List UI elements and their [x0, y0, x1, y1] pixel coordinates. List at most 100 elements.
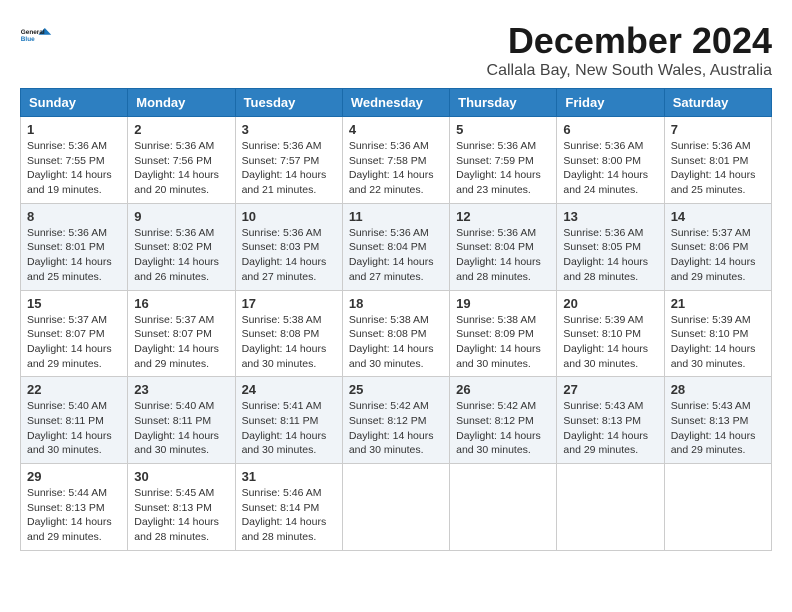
calendar-cell: 10 Sunrise: 5:36 AMSunset: 8:03 PMDayligh…: [235, 203, 342, 290]
day-info: Sunrise: 5:36 AMSunset: 8:05 PMDaylight:…: [563, 226, 657, 285]
day-info: Sunrise: 5:39 AMSunset: 8:10 PMDaylight:…: [671, 313, 765, 372]
day-number: 29: [27, 469, 121, 484]
day-number: 25: [349, 382, 443, 397]
calendar-cell: 24 Sunrise: 5:41 AMSunset: 8:11 PMDayligh…: [235, 377, 342, 464]
day-number: 24: [242, 382, 336, 397]
day-number: 8: [27, 209, 121, 224]
day-number: 20: [563, 296, 657, 311]
day-info: Sunrise: 5:42 AMSunset: 8:12 PMDaylight:…: [349, 399, 443, 458]
day-info: Sunrise: 5:36 AMSunset: 8:03 PMDaylight:…: [242, 226, 336, 285]
day-info: Sunrise: 5:39 AMSunset: 8:10 PMDaylight:…: [563, 313, 657, 372]
calendar-row: 29 Sunrise: 5:44 AMSunset: 8:13 PMDayligh…: [21, 464, 772, 551]
col-thursday: Thursday: [450, 89, 557, 117]
day-info: Sunrise: 5:40 AMSunset: 8:11 PMDaylight:…: [27, 399, 121, 458]
day-number: 1: [27, 122, 121, 137]
day-number: 13: [563, 209, 657, 224]
col-sunday: Sunday: [21, 89, 128, 117]
day-number: 10: [242, 209, 336, 224]
calendar-cell: 8 Sunrise: 5:36 AMSunset: 8:01 PMDaylight…: [21, 203, 128, 290]
col-monday: Monday: [128, 89, 235, 117]
day-number: 7: [671, 122, 765, 137]
day-info: Sunrise: 5:41 AMSunset: 8:11 PMDaylight:…: [242, 399, 336, 458]
day-info: Sunrise: 5:36 AMSunset: 8:01 PMDaylight:…: [27, 226, 121, 285]
day-info: Sunrise: 5:36 AMSunset: 7:56 PMDaylight:…: [134, 139, 228, 198]
day-number: 4: [349, 122, 443, 137]
day-info: Sunrise: 5:37 AMSunset: 8:07 PMDaylight:…: [27, 313, 121, 372]
calendar-cell: 21Sunrise: 5:39 AMSunset: 8:10 PMDayligh…: [664, 290, 771, 377]
svg-text:Blue: Blue: [21, 36, 35, 43]
day-number: 15: [27, 296, 121, 311]
calendar-cell: 14 Sunrise: 5:37 AMSunset: 8:06 PMDayligh…: [664, 203, 771, 290]
calendar-table: Sunday Monday Tuesday Wednesday Thursday…: [20, 88, 772, 551]
calendar-cell: 15 Sunrise: 5:37 AMSunset: 8:07 PMDayligh…: [21, 290, 128, 377]
day-number: 2: [134, 122, 228, 137]
calendar-cell: [342, 464, 449, 551]
calendar-cell: 2 Sunrise: 5:36 AMSunset: 7:56 PMDaylight…: [128, 117, 235, 204]
day-number: 3: [242, 122, 336, 137]
day-info: Sunrise: 5:46 AMSunset: 8:14 PMDaylight:…: [242, 486, 336, 545]
day-info: Sunrise: 5:40 AMSunset: 8:11 PMDaylight:…: [134, 399, 228, 458]
day-info: Sunrise: 5:42 AMSunset: 8:12 PMDaylight:…: [456, 399, 550, 458]
day-number: 9: [134, 209, 228, 224]
day-info: Sunrise: 5:44 AMSunset: 8:13 PMDaylight:…: [27, 486, 121, 545]
calendar-row: 15 Sunrise: 5:37 AMSunset: 8:07 PMDayligh…: [21, 290, 772, 377]
day-info: Sunrise: 5:36 AMSunset: 8:04 PMDaylight:…: [349, 226, 443, 285]
col-friday: Friday: [557, 89, 664, 117]
day-number: 23: [134, 382, 228, 397]
calendar-header-row: Sunday Monday Tuesday Wednesday Thursday…: [21, 89, 772, 117]
day-number: 31: [242, 469, 336, 484]
svg-text:General: General: [21, 29, 45, 36]
day-info: Sunrise: 5:36 AMSunset: 8:01 PMDaylight:…: [671, 139, 765, 198]
calendar-cell: 1 Sunrise: 5:36 AMSunset: 7:55 PMDaylight…: [21, 117, 128, 204]
calendar-row: 8 Sunrise: 5:36 AMSunset: 8:01 PMDaylight…: [21, 203, 772, 290]
calendar-cell: 28 Sunrise: 5:43 AMSunset: 8:13 PMDayligh…: [664, 377, 771, 464]
calendar-cell: [450, 464, 557, 551]
day-info: Sunrise: 5:36 AMSunset: 8:00 PMDaylight:…: [563, 139, 657, 198]
day-info: Sunrise: 5:36 AMSunset: 8:02 PMDaylight:…: [134, 226, 228, 285]
calendar-cell: 27Sunrise: 5:43 AMSunset: 8:13 PMDayligh…: [557, 377, 664, 464]
day-info: Sunrise: 5:36 AMSunset: 7:59 PMDaylight:…: [456, 139, 550, 198]
title-area: December 2024 Callala Bay, New South Wal…: [487, 20, 772, 80]
day-number: 11: [349, 209, 443, 224]
calendar-cell: 6 Sunrise: 5:36 AMSunset: 8:00 PMDaylight…: [557, 117, 664, 204]
calendar-cell: 31 Sunrise: 5:46 AMSunset: 8:14 PMDayligh…: [235, 464, 342, 551]
calendar-cell: 22 Sunrise: 5:40 AMSunset: 8:11 PMDayligh…: [21, 377, 128, 464]
day-info: Sunrise: 5:37 AMSunset: 8:07 PMDaylight:…: [134, 313, 228, 372]
calendar-cell: 4 Sunrise: 5:36 AMSunset: 7:58 PMDaylight…: [342, 117, 449, 204]
calendar-cell: 26 Sunrise: 5:42 AMSunset: 8:12 PMDayligh…: [450, 377, 557, 464]
day-info: Sunrise: 5:38 AMSunset: 8:08 PMDaylight:…: [242, 313, 336, 372]
day-info: Sunrise: 5:36 AMSunset: 8:04 PMDaylight:…: [456, 226, 550, 285]
calendar-row: 1 Sunrise: 5:36 AMSunset: 7:55 PMDaylight…: [21, 117, 772, 204]
day-number: 22: [27, 382, 121, 397]
calendar-cell: 13 Sunrise: 5:36 AMSunset: 8:05 PMDayligh…: [557, 203, 664, 290]
day-number: 18: [349, 296, 443, 311]
day-info: Sunrise: 5:37 AMSunset: 8:06 PMDaylight:…: [671, 226, 765, 285]
day-number: 17: [242, 296, 336, 311]
day-info: Sunrise: 5:36 AMSunset: 7:58 PMDaylight:…: [349, 139, 443, 198]
day-number: 19: [456, 296, 550, 311]
day-info: Sunrise: 5:45 AMSunset: 8:13 PMDaylight:…: [134, 486, 228, 545]
day-info: Sunrise: 5:36 AMSunset: 7:55 PMDaylight:…: [27, 139, 121, 198]
calendar-cell: 16Sunrise: 5:37 AMSunset: 8:07 PMDayligh…: [128, 290, 235, 377]
calendar-cell: 7 Sunrise: 5:36 AMSunset: 8:01 PMDaylight…: [664, 117, 771, 204]
month-title: December 2024: [487, 20, 772, 62]
day-info: Sunrise: 5:43 AMSunset: 8:13 PMDaylight:…: [671, 399, 765, 458]
day-number: 12: [456, 209, 550, 224]
calendar-cell: 29 Sunrise: 5:44 AMSunset: 8:13 PMDayligh…: [21, 464, 128, 551]
day-info: Sunrise: 5:38 AMSunset: 8:09 PMDaylight:…: [456, 313, 550, 372]
calendar-cell: 20 Sunrise: 5:39 AMSunset: 8:10 PMDayligh…: [557, 290, 664, 377]
day-number: 26: [456, 382, 550, 397]
page-header: GeneralBlue December 2024 Callala Bay, N…: [20, 20, 772, 80]
day-number: 6: [563, 122, 657, 137]
calendar-cell: 17 Sunrise: 5:38 AMSunset: 8:08 PMDayligh…: [235, 290, 342, 377]
day-number: 28: [671, 382, 765, 397]
calendar-cell: [557, 464, 664, 551]
day-number: 5: [456, 122, 550, 137]
day-number: 14: [671, 209, 765, 224]
col-wednesday: Wednesday: [342, 89, 449, 117]
calendar-cell: 23 Sunrise: 5:40 AMSunset: 8:11 PMDayligh…: [128, 377, 235, 464]
calendar-cell: 12 Sunrise: 5:36 AMSunset: 8:04 PMDayligh…: [450, 203, 557, 290]
calendar-cell: 3Sunrise: 5:36 AMSunset: 7:57 PMDaylight…: [235, 117, 342, 204]
calendar-cell: 11 Sunrise: 5:36 AMSunset: 8:04 PMDayligh…: [342, 203, 449, 290]
calendar-cell: 19 Sunrise: 5:38 AMSunset: 8:09 PMDayligh…: [450, 290, 557, 377]
